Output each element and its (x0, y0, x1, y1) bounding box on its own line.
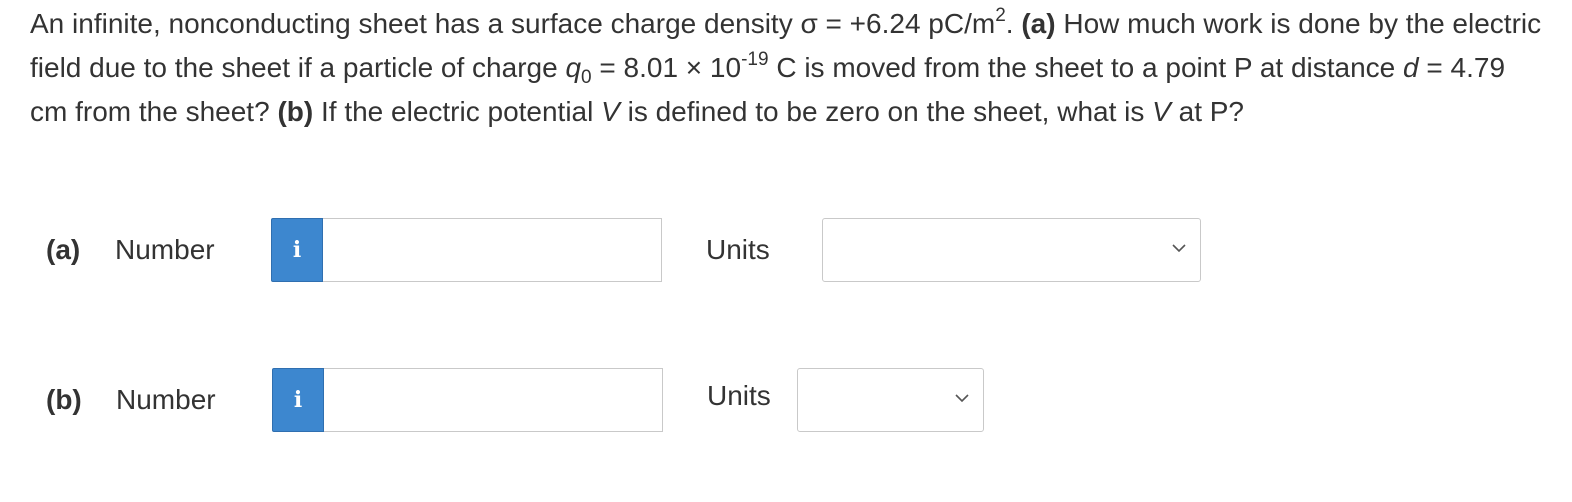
charge-symbol: q (565, 52, 582, 83)
question-part-b-text: If the electric potential (313, 96, 602, 127)
chevron-down-icon (1172, 244, 1186, 253)
answer-b-part-label: (b) (46, 384, 82, 415)
answer-a-number-input[interactable] (323, 218, 662, 282)
info-icon: i (293, 387, 303, 413)
question-part-b-text-3: at P? (1170, 96, 1245, 127)
question-punct: . (1005, 8, 1022, 39)
answer-b-info-button[interactable]: i (272, 368, 324, 432)
answer-b-units-label: Units (707, 380, 771, 411)
distance-symbol: d (1403, 52, 1419, 83)
charge-exponent: -19 (741, 49, 769, 70)
potential-symbol: V (1152, 96, 1171, 127)
potential-symbol: V (601, 96, 620, 127)
answer-b-number-label: Number (116, 384, 216, 415)
sigma-exponent: 2 (995, 5, 1006, 26)
info-icon: i (292, 237, 302, 263)
question-part-a-text-2: C is moved from the sheet to a point P a… (768, 52, 1404, 83)
question-intro: An infinite, nonconducting sheet has a s… (30, 8, 996, 39)
charge-subscript: 0 (581, 67, 592, 88)
answer-b-units-select[interactable] (797, 368, 984, 432)
answer-b-number-input[interactable] (324, 368, 663, 432)
answer-a-units-label: Units (706, 234, 770, 265)
answer-a-units-select[interactable] (822, 218, 1201, 282)
question-part-b-text-2: is defined to be zero on the sheet, what… (619, 96, 1153, 127)
question-text: An infinite, nonconducting sheet has a s… (30, 2, 1550, 134)
answer-a-number-label: Number (115, 234, 215, 265)
part-a-marker: (a) (1021, 8, 1056, 39)
answer-a-info-button[interactable]: i (271, 218, 323, 282)
answer-a-part-label: (a) (46, 234, 81, 265)
charge-value: = 8.01 × 10 (591, 52, 742, 83)
chevron-down-icon (955, 394, 969, 403)
part-b-marker: (b) (277, 96, 314, 127)
